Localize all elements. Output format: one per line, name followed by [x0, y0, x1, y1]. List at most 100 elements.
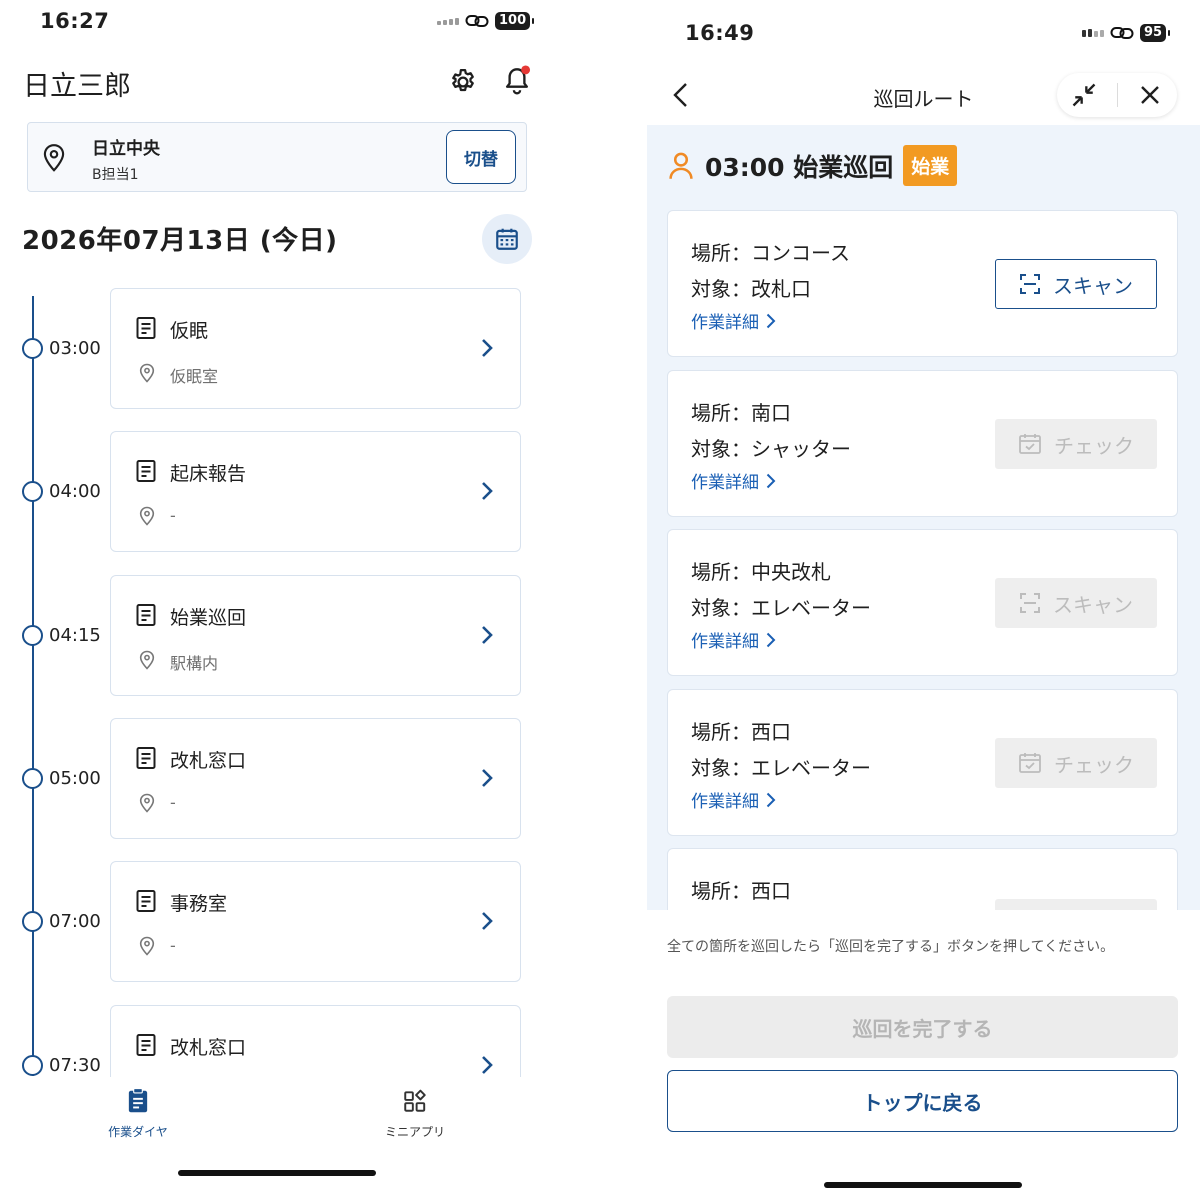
task-place: 駅構内 — [170, 654, 219, 673]
nav-mini-label: ミニアプリ — [384, 1125, 445, 1139]
document-icon — [136, 747, 156, 769]
point-place: 場所：南口 — [691, 401, 791, 425]
task-title: 改札窓口 — [170, 1037, 247, 1059]
nav-mini-apps[interactable]: ミニアプリ — [345, 1087, 485, 1140]
status-time: 16:49 — [685, 21, 755, 45]
location-name: 日立中央 — [92, 139, 160, 159]
schedule-date: 2026年07月13日 (今日) — [22, 226, 338, 256]
timeline-dot — [22, 1055, 43, 1076]
work-detail-label: 作業詳細 — [691, 313, 759, 333]
back-to-top-button[interactable]: トップに戻る — [667, 1070, 1178, 1132]
timeline-dot — [22, 911, 43, 932]
divider — [1117, 83, 1118, 107]
patrol-title: 03:00 始業巡回 — [705, 152, 894, 182]
point-target: 対象：エレベーター — [691, 756, 871, 780]
document-icon — [136, 604, 156, 626]
calendar-button[interactable] — [482, 214, 532, 264]
signal-icon — [1082, 29, 1104, 37]
location-assignment: B担当1 — [92, 167, 139, 183]
action-button[interactable] — [995, 899, 1157, 910]
timeline-row: 07:00 事務室 - — [0, 861, 555, 982]
task-time: 04:00 — [49, 481, 101, 502]
location-pin-icon — [139, 650, 155, 670]
switch-location-button[interactable]: 切替 — [446, 130, 516, 184]
scan-button[interactable]: スキャン — [995, 578, 1157, 628]
action-label: チェック — [1054, 433, 1134, 458]
notification-button[interactable] — [500, 64, 534, 98]
work-detail-label: 作業詳細 — [691, 792, 759, 812]
chevron-right-icon — [482, 482, 493, 500]
link-icon — [1110, 27, 1134, 39]
settings-button[interactable] — [446, 65, 480, 99]
task-place: 仮眠室 — [170, 367, 219, 386]
timeline-dot — [22, 481, 43, 502]
task-time: 07:00 — [49, 911, 101, 932]
task-card[interactable]: 始業巡回 駅構内 — [110, 575, 521, 696]
work-detail-link[interactable]: 作業詳細 — [691, 308, 777, 333]
bottom-navigation: 作業ダイヤ ミニアプリ — [0, 1077, 555, 1200]
task-place: - — [170, 936, 176, 955]
battery-indicator: 100 — [495, 12, 535, 30]
document-icon — [136, 317, 156, 339]
task-card[interactable]: 仮眠 仮眠室 — [110, 288, 521, 409]
status-time: 16:27 — [40, 9, 110, 33]
action-label: スキャン — [1053, 273, 1133, 298]
check-button[interactable]: チェック — [995, 419, 1157, 469]
minimize-button[interactable] — [1067, 79, 1101, 111]
calendar-icon — [496, 228, 518, 250]
task-card[interactable]: 事務室 - — [110, 861, 521, 982]
complete-patrol-button[interactable]: 巡回を完了する — [667, 996, 1178, 1058]
person-icon — [669, 152, 693, 179]
work-detail-link[interactable]: 作業詳細 — [691, 787, 777, 812]
patrol-heading: 03:00 始業巡回 始業 — [667, 145, 958, 186]
timeline-dot — [22, 625, 43, 646]
document-icon — [136, 460, 156, 482]
work-detail-link[interactable]: 作業詳細 — [691, 627, 777, 652]
point-place: 場所：西口 — [691, 720, 791, 744]
task-time: 07:30 — [49, 1055, 101, 1076]
timeline-dot — [22, 338, 43, 359]
location-card: 日立中央 B担当1 切替 — [27, 122, 527, 192]
task-title: 始業巡回 — [170, 607, 247, 629]
timeline-row: 04:15 始業巡回駅構内 — [0, 575, 555, 696]
check-button[interactable]: チェック — [995, 738, 1157, 788]
point-target: 対象：改札口 — [691, 277, 811, 301]
status-badge: 始業 — [903, 145, 958, 186]
gear-icon — [452, 69, 474, 92]
task-card[interactable]: 起床報告 - — [110, 431, 521, 552]
point-target: 対象：エレベーター — [691, 596, 871, 620]
status-icons: 95 — [1082, 24, 1171, 42]
footer-panel: 全ての箇所を巡回したら「巡回を完了する」ボタンを押してください。 巡回を完了する… — [647, 910, 1200, 1200]
point-target: 対象：シャッター — [691, 437, 851, 461]
nav-work-schedule[interactable]: 作業ダイヤ — [68, 1087, 208, 1140]
window-controls — [1057, 73, 1177, 117]
chevron-right-icon — [482, 769, 493, 787]
task-card[interactable]: 改札窓口 - — [110, 718, 521, 839]
location-pin-icon — [139, 936, 155, 956]
work-detail-link[interactable]: 作業詳細 — [691, 468, 777, 493]
task-time: 05:00 — [49, 768, 101, 789]
scan-button[interactable]: スキャン — [995, 259, 1157, 309]
timeline-row: 04:00 起床報告 - — [0, 431, 555, 552]
scan-icon — [1020, 274, 1040, 294]
patrol-point-card: 場所：コンコース 対象：改札口作業詳細 スキャン — [667, 210, 1178, 357]
task-time: 04:15 — [49, 625, 101, 646]
app-header: 巡回ルート — [647, 55, 1200, 125]
nav-work-label: 作業ダイヤ — [108, 1125, 168, 1139]
close-button[interactable] — [1133, 79, 1167, 111]
chevron-right-icon — [766, 313, 776, 328]
location-pin-icon — [139, 793, 155, 813]
patrol-point-card: 場所：西口対象：エレベーター作業詳細 チェック — [667, 689, 1178, 836]
action-label: スキャン — [1053, 592, 1133, 617]
chevron-right-icon — [482, 912, 493, 930]
chevron-right-icon — [482, 1056, 493, 1074]
battery-indicator: 95 — [1140, 24, 1171, 42]
point-place: 場所：コンコース — [691, 241, 850, 265]
patrol-point-list[interactable]: 場所：コンコース 対象：改札口 作業詳細 スキャン 場所：南口 対象：シャッター 作業詳細チ… — [647, 205, 1200, 910]
work-detail-label: 作業詳細 — [691, 473, 759, 493]
patrol-point-card: 場所：中央改札 対象：エレベーター 作業詳細 スキャン — [667, 529, 1178, 676]
task-time: 03:00 — [49, 338, 101, 359]
task-title: 起床報告 — [170, 463, 247, 485]
document-icon — [136, 890, 156, 912]
timeline-row: 05:00 改札窓口 - — [0, 718, 555, 839]
